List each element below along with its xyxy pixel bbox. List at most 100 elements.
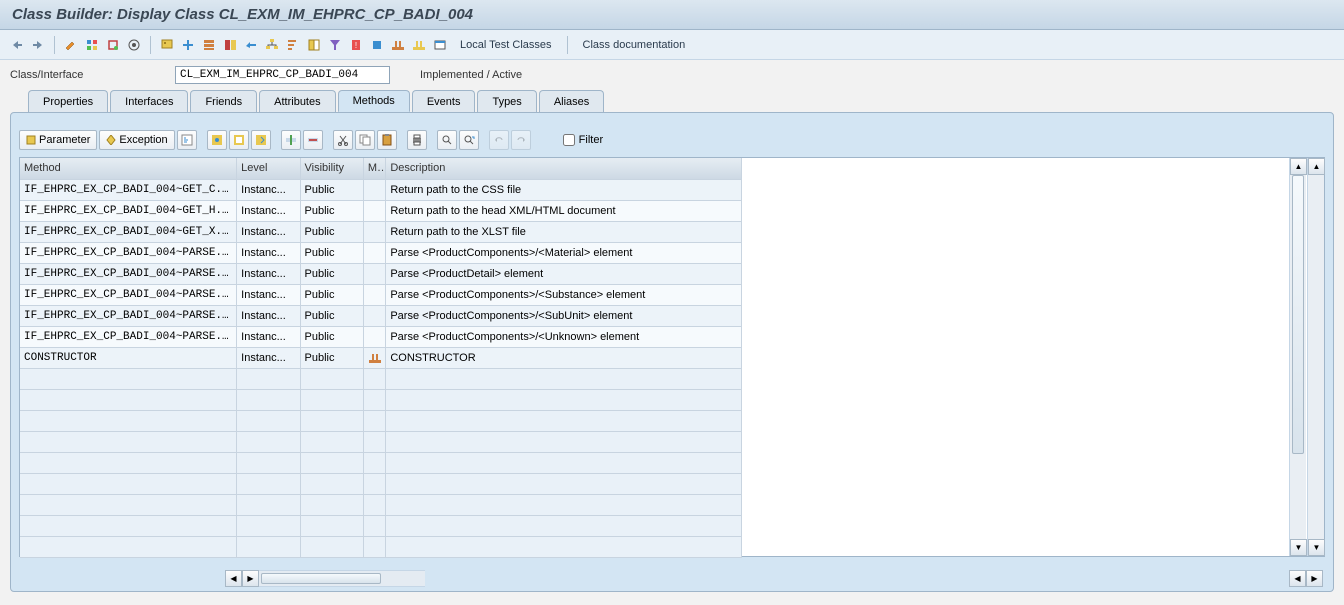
col-method-header[interactable]: Method [20, 158, 237, 179]
test-icon[interactable] [179, 36, 197, 54]
back-icon[interactable] [8, 36, 26, 54]
hscroll-thumb[interactable] [261, 573, 381, 584]
cell-description[interactable]: Return path to the CSS file [386, 179, 742, 200]
hscroll-right-icon[interactable]: ▶ [242, 570, 259, 587]
cut-button[interactable] [333, 130, 353, 150]
vscroll-thumb[interactable] [1292, 175, 1304, 454]
cell-method[interactable]: IF_EHPRC_EX_CP_BADI_004~PARSE... [20, 326, 237, 347]
table-row[interactable]: IF_EHPRC_EX_CP_BADI_004~PARSE...Instanc.… [20, 284, 742, 305]
copy-button[interactable] [355, 130, 375, 150]
class-documentation-button[interactable]: Class documentation [575, 37, 694, 53]
cell-description[interactable]: Return path to the head XML/HTML documen… [386, 200, 742, 221]
check-icon[interactable] [104, 36, 122, 54]
breakpoint-icon[interactable] [368, 36, 386, 54]
table-row-empty[interactable] [20, 494, 742, 515]
scroll-up-icon[interactable]: ▲ [1308, 158, 1325, 175]
cell-description[interactable]: Parse <ProductComponents>/<Substance> el… [386, 284, 742, 305]
filter-checkbox[interactable] [563, 134, 575, 146]
col-description-header[interactable]: Description [386, 158, 742, 179]
table-row[interactable]: IF_EHPRC_EX_CP_BADI_004~PARSE...Instanc.… [20, 326, 742, 347]
table-row[interactable]: IF_EHPRC_EX_CP_BADI_004~PARSE...Instanc.… [20, 263, 742, 284]
tab-methods[interactable]: Methods [338, 90, 410, 112]
cell-visibility[interactable]: Public [300, 242, 363, 263]
cell-level[interactable]: Instanc... [237, 326, 300, 347]
local-test-classes-button[interactable]: Local Test Classes [452, 37, 560, 53]
scroll-down-icon[interactable]: ▼ [1308, 539, 1325, 556]
cell-level[interactable]: Instanc... [237, 179, 300, 200]
hscroll-left-icon[interactable]: ◀ [225, 570, 242, 587]
cell-method[interactable]: IF_EHPRC_EX_CP_BADI_004~PARSE... [20, 242, 237, 263]
tab-attributes[interactable]: Attributes [259, 90, 335, 112]
find-next-button[interactable] [459, 130, 479, 150]
redefine-button[interactable] [251, 130, 271, 150]
alert-icon[interactable]: ! [347, 36, 365, 54]
tab-aliases[interactable]: Aliases [539, 90, 604, 112]
col-level-header[interactable]: Level [237, 158, 300, 179]
inner-vscrollbar[interactable]: ▲ ▼ [1289, 158, 1306, 556]
table-row[interactable]: CONSTRUCTORInstanc...PublicCONSTRUCTOR [20, 347, 742, 368]
cell-level[interactable]: Instanc... [237, 347, 300, 368]
cell-m[interactable] [363, 242, 385, 263]
cell-description[interactable]: Parse <ProductComponents>/<Material> ele… [386, 242, 742, 263]
cell-level[interactable]: Instanc... [237, 200, 300, 221]
cell-description[interactable]: Parse <ProductDetail> element [386, 263, 742, 284]
cell-visibility[interactable]: Public [300, 179, 363, 200]
source-code-button[interactable] [177, 130, 197, 150]
cell-m[interactable] [363, 179, 385, 200]
cell-method[interactable]: IF_EHPRC_EX_CP_BADI_004~GET_H... [20, 200, 237, 221]
insert-button[interactable] [229, 130, 249, 150]
hierarchy-icon[interactable] [263, 36, 281, 54]
tab-types[interactable]: Types [477, 90, 536, 112]
cell-visibility[interactable]: Public [300, 221, 363, 242]
constructor2-icon[interactable] [410, 36, 428, 54]
table-row[interactable]: IF_EHPRC_EX_CP_BADI_004~PARSE...Instanc.… [20, 305, 742, 326]
delete-row-button[interactable] [303, 130, 323, 150]
cell-level[interactable]: Instanc... [237, 284, 300, 305]
cell-method[interactable]: IF_EHPRC_EX_CP_BADI_004~GET_C... [20, 179, 237, 200]
panel-hscroll-left-icon[interactable]: ◀ [1289, 570, 1306, 587]
grid-hscrollbar[interactable]: ◀ ▶ [225, 570, 425, 587]
panel-hscroll-right-icon[interactable]: ▶ [1306, 570, 1323, 587]
other-object-icon[interactable] [83, 36, 101, 54]
cell-m[interactable] [363, 305, 385, 326]
book-icon[interactable] [305, 36, 323, 54]
display-change-icon[interactable] [62, 36, 80, 54]
table-row-empty[interactable] [20, 452, 742, 473]
cell-method[interactable]: IF_EHPRC_EX_CP_BADI_004~GET_X... [20, 221, 237, 242]
col-visibility-header[interactable]: Visibility [300, 158, 363, 179]
nav-stack-icon[interactable] [221, 36, 239, 54]
cell-m[interactable] [363, 221, 385, 242]
paste-button[interactable] [377, 130, 397, 150]
print-button[interactable] [407, 130, 427, 150]
tab-friends[interactable]: Friends [190, 90, 257, 112]
find-button[interactable] [437, 130, 457, 150]
cell-m[interactable] [363, 347, 385, 368]
redo-button[interactable] [511, 130, 531, 150]
constructor-icon[interactable] [389, 36, 407, 54]
tab-interfaces[interactable]: Interfaces [110, 90, 188, 112]
cell-level[interactable]: Instanc... [237, 221, 300, 242]
filter-icon[interactable] [326, 36, 344, 54]
cell-m[interactable] [363, 284, 385, 305]
table-row-empty[interactable] [20, 410, 742, 431]
table-row[interactable]: IF_EHPRC_EX_CP_BADI_004~GET_X...Instanc.… [20, 221, 742, 242]
cell-visibility[interactable]: Public [300, 326, 363, 347]
scroll-down-inner-icon[interactable]: ▼ [1290, 539, 1307, 556]
abapd-icon[interactable] [431, 36, 449, 54]
cell-method[interactable]: IF_EHPRC_EX_CP_BADI_004~PARSE... [20, 305, 237, 326]
sort-icon[interactable] [284, 36, 302, 54]
cell-m[interactable] [363, 263, 385, 284]
filter-checkbox-container[interactable]: Filter [563, 134, 603, 146]
hscroll-track[interactable] [259, 570, 425, 587]
cell-visibility[interactable]: Public [300, 305, 363, 326]
cell-visibility[interactable]: Public [300, 284, 363, 305]
col-m-header[interactable]: M... [363, 158, 385, 179]
scroll-up-inner-icon[interactable]: ▲ [1290, 158, 1307, 175]
tab-events[interactable]: Events [412, 90, 476, 112]
cell-m[interactable] [363, 326, 385, 347]
cell-description[interactable]: CONSTRUCTOR [386, 347, 742, 368]
cell-description[interactable]: Parse <ProductComponents>/<Unknown> elem… [386, 326, 742, 347]
insert-row-button[interactable] [281, 130, 301, 150]
cell-visibility[interactable]: Public [300, 200, 363, 221]
where-used-icon[interactable] [158, 36, 176, 54]
